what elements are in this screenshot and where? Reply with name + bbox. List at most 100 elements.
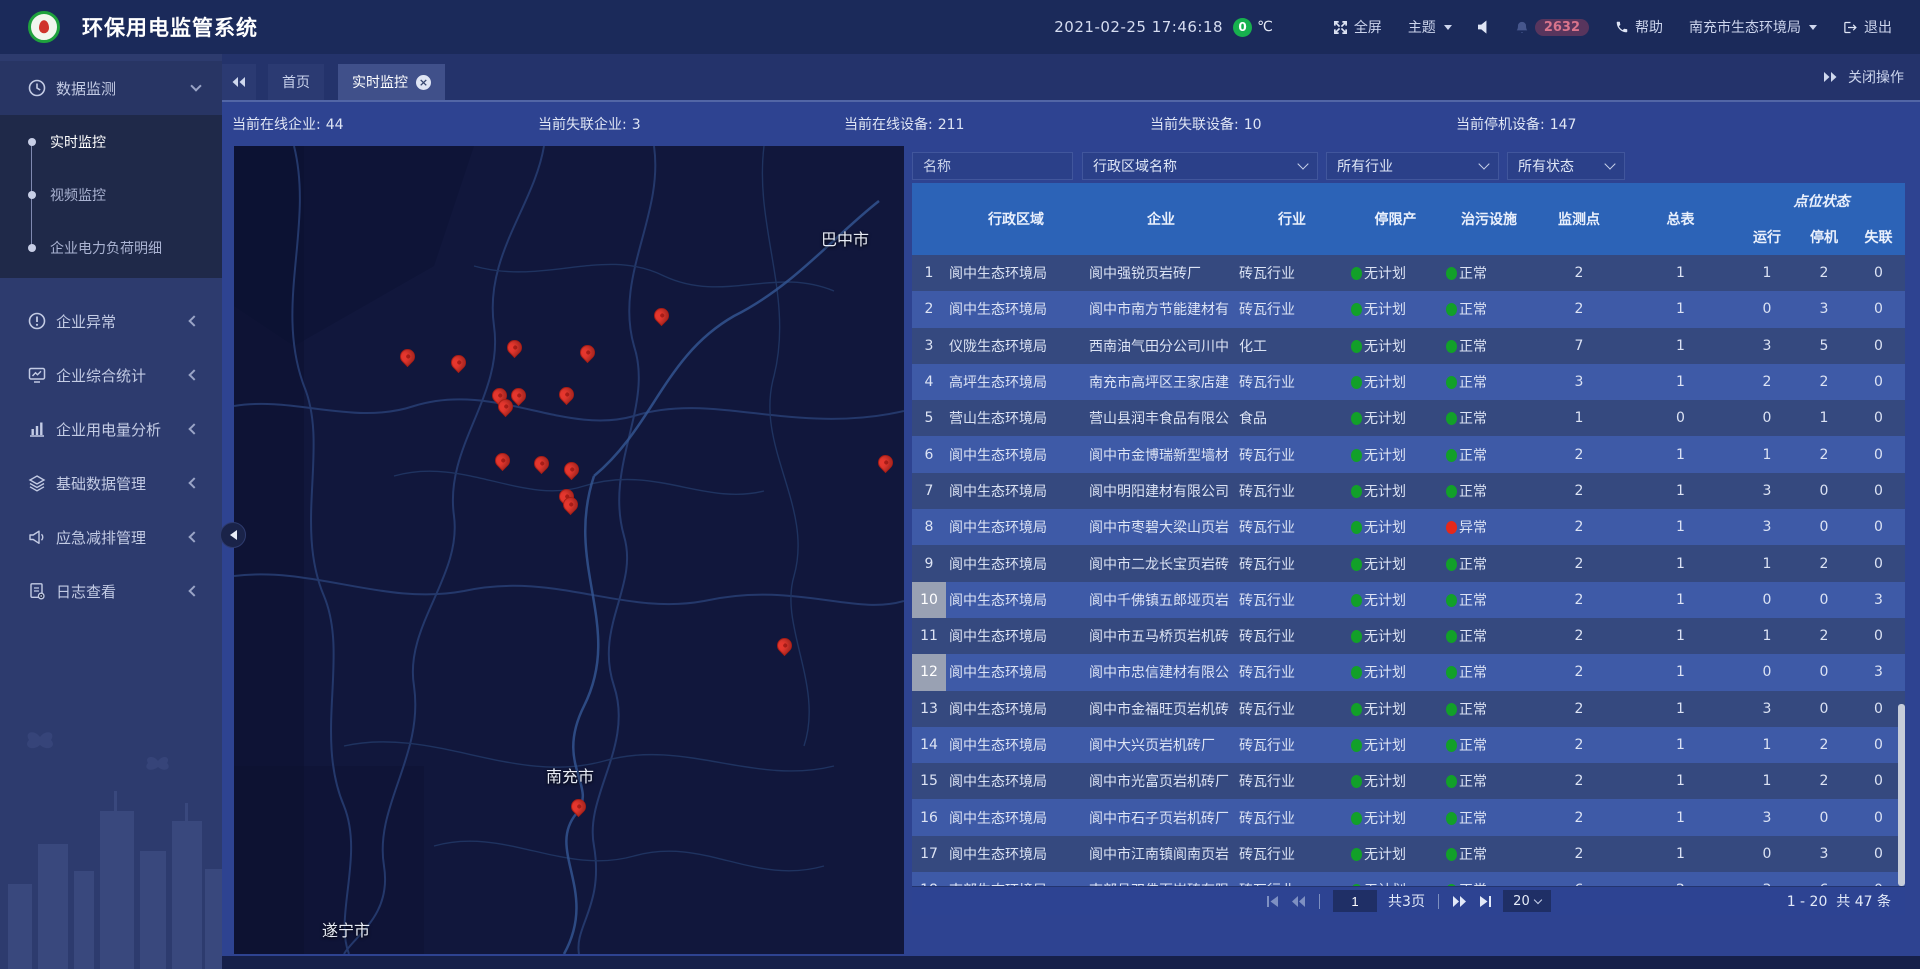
col-monitor-points: 监测点 [1535, 183, 1623, 255]
pager-divider [1319, 894, 1320, 909]
row-lost: 0 [1852, 328, 1905, 364]
status-dot [1446, 267, 1457, 280]
status-dot [1351, 558, 1362, 571]
table-row[interactable]: 12 阆中生态环境局 阆中市忠信建材有限公 砖瓦行业 无计划 正常 2 1 0 … [912, 654, 1905, 690]
table-row[interactable]: 3 仪陇生态环境局 西南油气田分公司川中 化工 无计划 正常 7 1 3 5 0 [912, 328, 1905, 364]
last-page-button[interactable] [1478, 895, 1492, 908]
table-row[interactable]: 10 阆中生态环境局 阆中千佛镇五郎垭页岩 砖瓦行业 无计划 正常 2 1 0 … [912, 582, 1905, 618]
row-limit-status: 无计划 [1348, 436, 1443, 472]
region-select[interactable]: 行政区域名称 [1082, 152, 1318, 180]
table-row[interactable]: 16 阆中生态环境局 阆中市石子页岩机砖厂 砖瓦行业 无计划 正常 2 1 3 … [912, 799, 1905, 835]
sidebar-collapse-button[interactable] [220, 522, 246, 548]
row-master-meter: 1 [1623, 836, 1738, 872]
pager-divider [1438, 894, 1439, 909]
row-facility-status: 正常 [1443, 436, 1535, 472]
log-icon [27, 581, 47, 601]
row-stopped: 0 [1796, 509, 1852, 545]
mute-button[interactable] [1478, 20, 1493, 34]
row-facility-status: 正常 [1443, 364, 1535, 400]
sidebar-subitem-视频监控[interactable]: 视频监控 [0, 168, 222, 221]
phone-icon [1615, 20, 1629, 34]
tab-close-icon[interactable]: × [416, 75, 431, 90]
logout-button[interactable]: 退出 [1843, 17, 1892, 37]
sidebar-item-日志查看[interactable]: 日志查看 [0, 564, 222, 618]
page-size-select[interactable]: 20 [1503, 890, 1551, 912]
sidebar-subitem-企业电力负荷明细[interactable]: 企业电力负荷明细 [0, 221, 222, 274]
table-row[interactable]: 9 阆中生态环境局 阆中市二龙长宝页岩砖 砖瓦行业 无计划 正常 2 1 1 2… [912, 545, 1905, 581]
sidebar-item-企业用电量分析[interactable]: 企业用电量分析 [0, 402, 222, 456]
alert-icon [27, 311, 47, 331]
table-row[interactable]: 11 阆中生态环境局 阆中市五马桥页岩机砖 砖瓦行业 无计划 正常 2 1 1 … [912, 618, 1905, 654]
chevron-down-icon [1478, 158, 1489, 169]
table-row[interactable]: 2 阆中生态环境局 阆中市南方节能建材有 砖瓦行业 无计划 正常 2 1 0 3… [912, 291, 1905, 327]
tab-label: 实时监控 [352, 72, 408, 92]
name-search-input[interactable] [912, 152, 1073, 180]
tab-首页[interactable]: 首页 [268, 64, 324, 100]
row-index: 16 [912, 799, 946, 835]
table-row[interactable]: 7 阆中生态环境局 阆中明阳建材有限公司 砖瓦行业 无计划 正常 2 1 3 0… [912, 473, 1905, 509]
row-industry: 砖瓦行业 [1236, 545, 1348, 581]
row-company: 阆中明阳建材有限公司 [1086, 473, 1236, 509]
tab-实时监控[interactable]: 实时监控 × [338, 64, 445, 100]
row-stopped: 1 [1796, 400, 1852, 436]
sidebar-item-企业综合统计[interactable]: 企业综合统计 [0, 348, 222, 402]
fullscreen-button[interactable]: 全屏 [1333, 17, 1382, 37]
sidebar-item-企业异常[interactable]: 企业异常 [0, 294, 222, 348]
pagination-bar: 共3页 20 1 - 20 共 47 条 [912, 886, 1905, 915]
sidebar-item-数据监测[interactable]: 数据监测 [0, 61, 222, 115]
row-master-meter: 1 [1623, 328, 1738, 364]
map-panel[interactable]: 巴中市南充市遂宁市 [234, 146, 904, 954]
sidebar-subitem-实时监控[interactable]: 实时监控 [0, 115, 222, 168]
page-number-input[interactable] [1333, 890, 1377, 912]
table-row[interactable]: 15 阆中生态环境局 阆中市光富页岩机砖厂 砖瓦行业 无计划 正常 2 1 1 … [912, 763, 1905, 799]
table-row[interactable]: 17 阆中生态环境局 阆中市江南镇阆南页岩 砖瓦行业 无计划 正常 2 1 0 … [912, 836, 1905, 872]
first-page-button[interactable] [1266, 895, 1280, 908]
row-lost: 0 [1852, 509, 1905, 545]
row-running: 3 [1738, 872, 1796, 886]
status-dot [1351, 666, 1362, 679]
status-dot [1446, 521, 1457, 534]
table-row[interactable]: 1 阆中生态环境局 阆中强锐页岩砖厂 砖瓦行业 无计划 正常 2 1 1 2 0 [912, 255, 1905, 291]
status-dot [1351, 340, 1362, 353]
user-org-dropdown[interactable]: 南充市生态环境局 [1689, 17, 1817, 37]
row-master-meter: 1 [1623, 291, 1738, 327]
status-select[interactable]: 所有状态 [1507, 152, 1625, 180]
row-index: 17 [912, 836, 946, 872]
tab-scroll-left-button[interactable] [222, 64, 256, 100]
next-page-button[interactable] [1452, 895, 1467, 908]
row-monitor-points: 2 [1535, 509, 1623, 545]
row-master-meter: 1 [1623, 618, 1738, 654]
table-row[interactable]: 18 南部生态环境局 南部县双佛页岩砖有限 砖瓦行业 无计划 正常 6 2 3 … [912, 872, 1905, 886]
status-dot [1446, 666, 1457, 679]
table-row[interactable]: 13 阆中生态环境局 阆中市金福旺页岩机砖 砖瓦行业 无计划 正常 2 1 3 … [912, 691, 1905, 727]
row-industry: 食品 [1236, 400, 1348, 436]
vertical-scrollbar[interactable] [1898, 704, 1905, 886]
table-row[interactable]: 14 阆中生态环境局 阆中大兴页岩机砖厂 砖瓦行业 无计划 正常 2 1 1 2… [912, 727, 1905, 763]
row-index: 15 [912, 763, 946, 799]
row-limit-status: 无计划 [1348, 654, 1443, 690]
sidebar-item-应急减排管理[interactable]: 应急减排管理 [0, 510, 222, 564]
row-stopped: 0 [1796, 473, 1852, 509]
theme-dropdown[interactable]: 主题 [1408, 17, 1452, 37]
row-limit-status: 无计划 [1348, 799, 1443, 835]
industry-select[interactable]: 所有行业 [1326, 152, 1499, 180]
sidebar-item-基础数据管理[interactable]: 基础数据管理 [0, 456, 222, 510]
close-operations-button[interactable]: 关闭操作 [1848, 67, 1904, 87]
table-body: 1 阆中生态环境局 阆中强锐页岩砖厂 砖瓦行业 无计划 正常 2 1 1 2 0… [912, 255, 1905, 886]
double-chevron-right-icon[interactable] [1822, 71, 1838, 83]
row-limit-status: 无计划 [1348, 509, 1443, 545]
help-button[interactable]: 帮助 [1615, 17, 1663, 37]
row-running: 1 [1738, 618, 1796, 654]
sidebar-submenu: 实时监控视频监控企业电力负荷明细 [0, 115, 222, 278]
notification-widget[interactable]: 2632 [1515, 19, 1589, 36]
chevron-down-icon [1444, 25, 1452, 30]
status-dot [1446, 739, 1457, 752]
table-row[interactable]: 5 营山生态环境局 营山县润丰食品有限公 食品 无计划 正常 1 0 0 1 0 [912, 400, 1905, 436]
app-logo [28, 11, 60, 43]
table-row[interactable]: 6 阆中生态环境局 阆中市金博瑞新型墙材 砖瓦行业 无计划 正常 2 1 1 2… [912, 436, 1905, 472]
table-row[interactable]: 8 阆中生态环境局 阆中市枣碧大梁山页岩 砖瓦行业 无计划 异常 2 1 3 0… [912, 509, 1905, 545]
filter-bar: 行政区域名称 所有行业 所有状态 [912, 152, 1625, 180]
col-lost: 失联 [1852, 219, 1905, 255]
previous-page-button[interactable] [1291, 895, 1306, 908]
table-row[interactable]: 4 高坪生态环境局 南充市高坪区王家店建 砖瓦行业 无计划 正常 3 1 2 2… [912, 364, 1905, 400]
